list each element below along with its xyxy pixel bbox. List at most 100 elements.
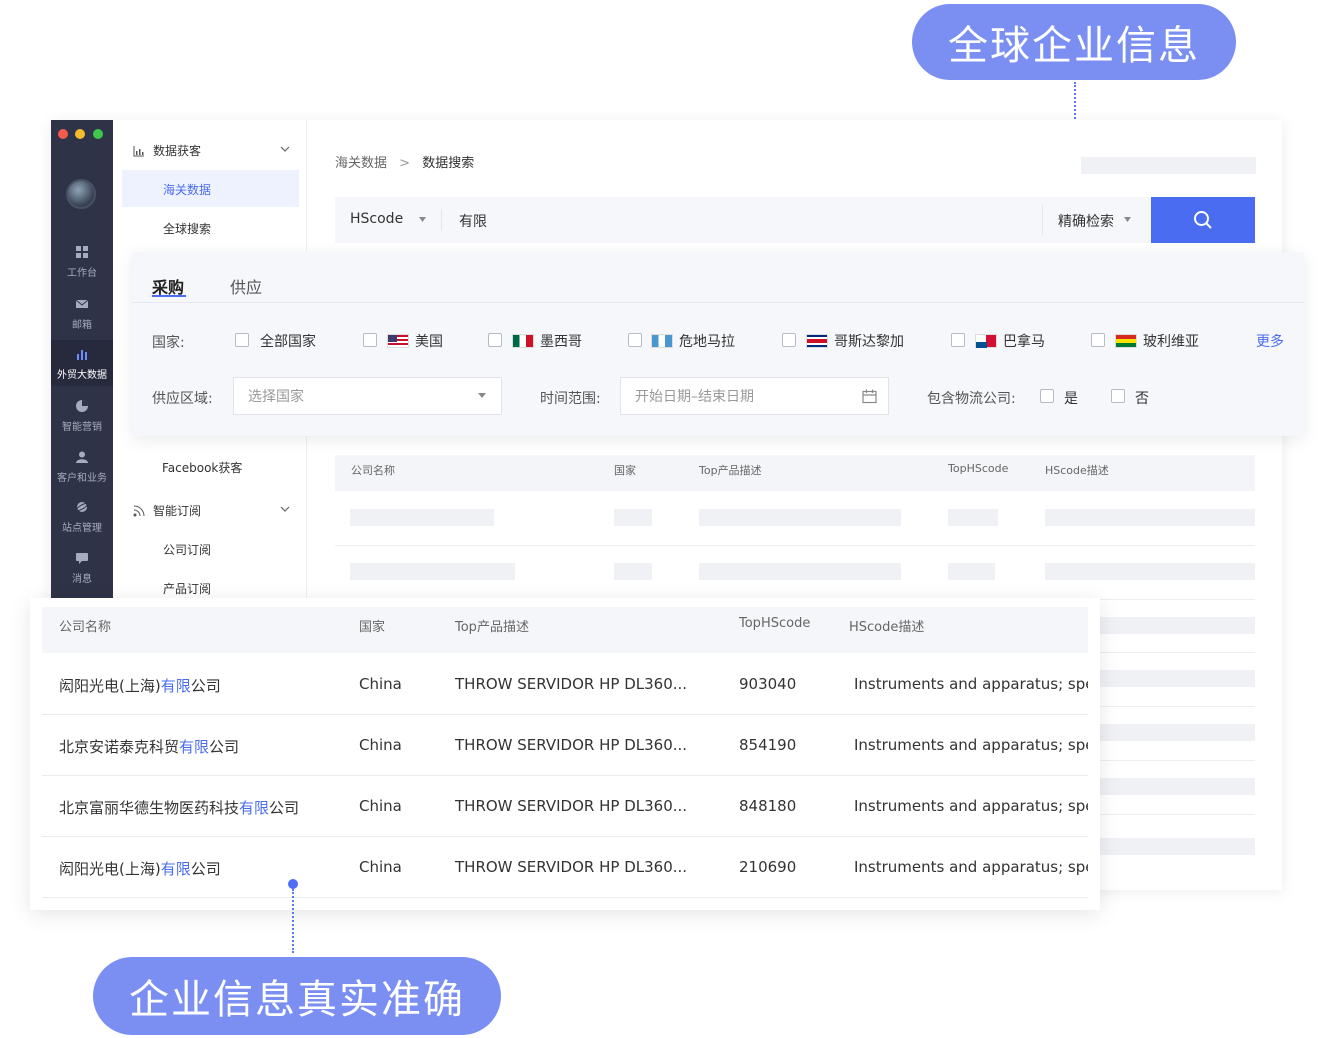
row-divider xyxy=(335,545,1255,546)
menu-item-global-search[interactable]: 全球搜索 xyxy=(163,220,211,237)
company-name: 公司 xyxy=(269,799,300,817)
minimize-window-dot[interactable] xyxy=(75,129,85,139)
search-mode-select[interactable]: 精确检索 xyxy=(1058,211,1114,231)
divider xyxy=(441,209,442,231)
breadcrumb-parent[interactable]: 海关数据 xyxy=(335,156,387,171)
checkbox-all-countries[interactable] xyxy=(235,333,249,347)
option-logistics-no[interactable]: 否 xyxy=(1135,388,1149,408)
menu-item-product-subscribe[interactable]: 产品订阅 xyxy=(163,580,211,597)
calendar-icon xyxy=(862,389,877,404)
callout-global-info: 全球企业信息 xyxy=(912,4,1236,80)
nav-item-workbench[interactable]: 工作台 xyxy=(51,246,113,286)
time-label: 时间范围: xyxy=(540,391,601,407)
callout-connector-dot xyxy=(288,879,298,889)
region-placeholder: 选择国家 xyxy=(248,389,304,405)
company-name-highlight: 有限 xyxy=(179,738,210,756)
nav-item-smart-marketing[interactable]: 智能营销 xyxy=(51,400,113,440)
option-logistics-yes[interactable]: 是 xyxy=(1064,388,1078,408)
maximize-window-dot[interactable] xyxy=(93,129,103,139)
option-costa-rica[interactable]: 哥斯达黎加 xyxy=(806,331,904,351)
nav-item-customers[interactable]: 客户和业务 xyxy=(51,451,113,491)
menu-item-customs-data[interactable]: 海关数据 xyxy=(163,181,211,198)
checkbox-bolivia[interactable] xyxy=(1091,333,1105,347)
close-window-dot[interactable] xyxy=(58,129,68,139)
tab-active-indicator xyxy=(152,295,186,297)
option-bolivia[interactable]: 玻利维亚 xyxy=(1115,331,1199,351)
caret-down-icon xyxy=(419,217,426,222)
search-type-select[interactable]: HScode xyxy=(350,211,403,227)
option-guatemala[interactable]: 危地马拉 xyxy=(651,331,735,351)
option-usa[interactable]: 美国 xyxy=(387,331,443,351)
nav-label: 工作台 xyxy=(67,268,97,279)
nav-item-sites[interactable]: 站点管理 xyxy=(51,501,113,541)
option-label: 全部国家 xyxy=(260,334,316,350)
search-input[interactable]: 有限 xyxy=(459,211,487,231)
cell-company[interactable]: 闳阳光电(上海)有限公司 xyxy=(59,858,221,879)
skeleton-cell xyxy=(948,509,998,526)
checkbox-mexico[interactable] xyxy=(488,333,502,347)
grid-icon xyxy=(76,246,88,258)
option-label: 美国 xyxy=(415,334,443,350)
option-label: 否 xyxy=(1135,391,1149,407)
option-all-countries[interactable]: 全部国家 xyxy=(260,331,316,351)
company-name: 闳阳光电(上海) xyxy=(59,677,161,695)
option-label: 危地马拉 xyxy=(679,334,735,350)
search-button[interactable] xyxy=(1151,197,1255,243)
nav-item-messages[interactable]: 消息 xyxy=(51,552,113,592)
company-name: 公司 xyxy=(209,738,240,756)
skeleton-cell xyxy=(1100,724,1255,741)
company-name: 闳阳光电(上海) xyxy=(59,860,161,878)
cell-hscode: 854190 xyxy=(739,736,797,754)
option-mexico[interactable]: 墨西哥 xyxy=(512,331,582,351)
option-panama[interactable]: 巴拿马 xyxy=(975,331,1045,351)
skeleton-cell xyxy=(699,509,901,526)
nav-label: 外贸大数据 xyxy=(57,370,107,381)
checkbox-logistics-yes[interactable] xyxy=(1040,389,1054,403)
chevron-down-icon[interactable] xyxy=(280,506,290,512)
checkbox-costa-rica[interactable] xyxy=(782,333,796,347)
breadcrumb-current: 数据搜索 xyxy=(422,156,475,171)
bg-table-header xyxy=(335,455,1255,491)
menu-group-label: 数据获客 xyxy=(153,144,202,158)
cell-country: China xyxy=(359,675,402,693)
checkbox-logistics-no[interactable] xyxy=(1111,389,1125,403)
row-divider xyxy=(42,714,1088,715)
nav-item-trade-data[interactable]: 外贸大数据 xyxy=(51,340,113,386)
company-name-highlight: 有限 xyxy=(160,677,191,695)
cell-company[interactable]: 闳阳光电(上海)有限公司 xyxy=(59,675,221,696)
cell-hscode: 848180 xyxy=(739,797,797,815)
tab-supply[interactable]: 供应 xyxy=(230,274,262,298)
menu-item-company-subscribe[interactable]: 公司订阅 xyxy=(163,541,211,558)
nav-item-mail[interactable]: 邮箱 xyxy=(51,298,113,338)
checkbox-guatemala[interactable] xyxy=(628,333,642,347)
costa-rica-flag-icon xyxy=(806,334,828,348)
col-hscode: TopHScode xyxy=(739,616,811,631)
col-country: 国家 xyxy=(359,620,386,635)
nav-label: 客户和业务 xyxy=(57,473,107,484)
option-label: 巴拿马 xyxy=(1003,334,1045,350)
nav-label: 消息 xyxy=(72,574,92,585)
date-range-picker[interactable]: 开始日期–结束日期 xyxy=(620,377,889,415)
region-select[interactable]: 选择国家 xyxy=(233,377,502,415)
chevron-down-icon[interactable] xyxy=(280,146,290,152)
tab-divider xyxy=(132,302,1304,303)
caret-down-icon xyxy=(478,393,486,398)
option-label: 是 xyxy=(1064,391,1078,407)
menu-group-data-acquisition[interactable]: 数据获客 xyxy=(133,142,201,159)
checkbox-panama[interactable] xyxy=(951,333,965,347)
rss-icon xyxy=(133,505,145,516)
region-label: 供应区域: xyxy=(152,391,213,407)
option-label: 墨西哥 xyxy=(540,334,582,350)
nav-label: 邮箱 xyxy=(72,320,92,331)
more-countries-link[interactable]: 更多 xyxy=(1256,331,1284,351)
divider xyxy=(1042,205,1043,235)
cell-company[interactable]: 北京富丽华德生物医药科技有限公司 xyxy=(59,797,299,818)
skeleton-cell xyxy=(1100,838,1255,855)
skeleton-cell xyxy=(1045,509,1255,526)
company-name: 北京富丽华德生物医药科技 xyxy=(59,799,240,817)
menu-item-facebook[interactable]: Facebook获客 xyxy=(162,459,242,476)
menu-group-smart-subscribe[interactable]: 智能订阅 xyxy=(133,502,201,519)
cell-company[interactable]: 北京安诺泰克科贸有限公司 xyxy=(59,736,239,757)
avatar[interactable] xyxy=(66,179,96,209)
checkbox-usa[interactable] xyxy=(363,333,377,347)
